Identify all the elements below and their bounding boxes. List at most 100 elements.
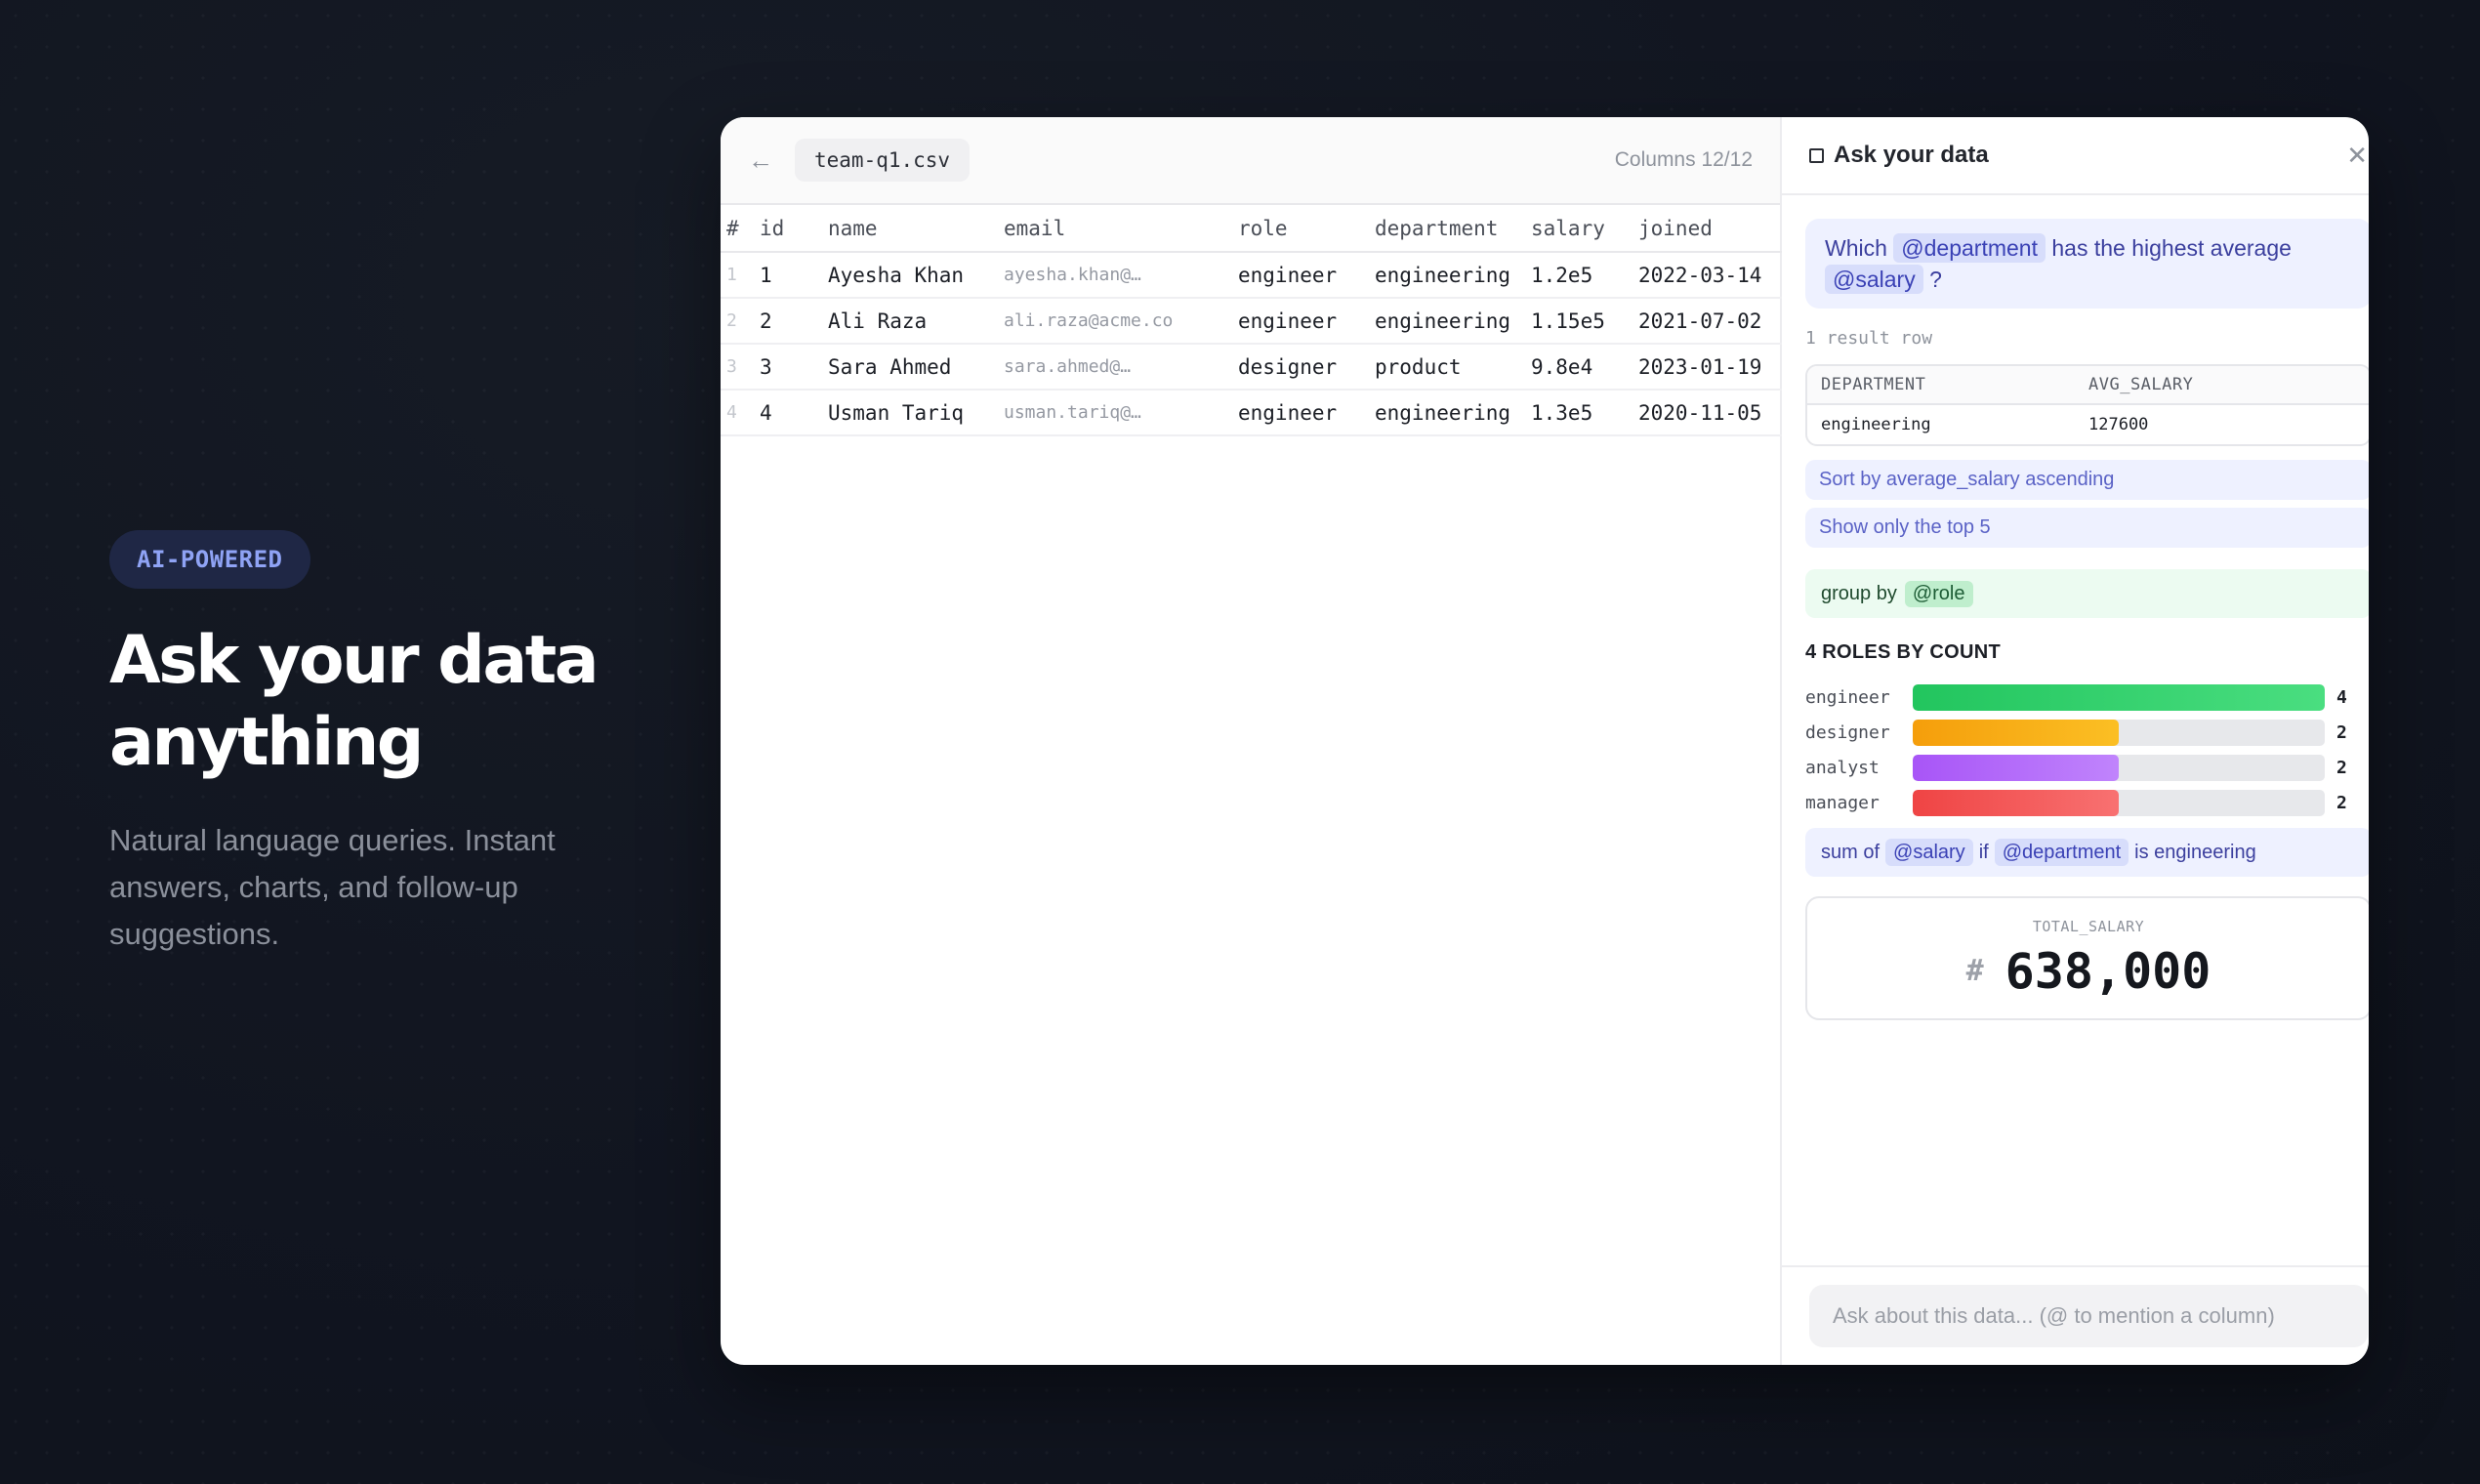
bar-chart: engineer 4 designer 2 analyst 2 manager 2 — [1805, 683, 2369, 816]
cell-name[interactable]: Sara Ahmed — [828, 344, 1004, 391]
bar-track — [1913, 789, 2325, 816]
bar-designer — [1913, 719, 2119, 746]
bar-row-manager: manager 2 — [1805, 789, 2369, 816]
cell-id[interactable]: 1 — [760, 252, 828, 299]
table-row[interactable]: 2 2 Ali Raza ali.raza@acme.co engineer e… — [721, 298, 1782, 345]
cell-joined[interactable]: 2020-11-05 — [1638, 390, 1782, 436]
panel-title: Ask your data — [1834, 142, 1989, 168]
cell-id[interactable]: 3 — [760, 344, 828, 391]
column-header-joined[interactable]: joined — [1638, 205, 1782, 253]
column-header-department[interactable]: department — [1375, 205, 1531, 253]
cell-name[interactable]: Ayesha Khan — [828, 252, 1004, 299]
suggestion-top5[interactable]: Show only the top 5 — [1805, 508, 2369, 548]
cell-joined[interactable]: 2023-01-19 — [1638, 344, 1782, 391]
column-header-id[interactable]: id — [760, 205, 828, 253]
cell-name[interactable]: Ali Raza — [828, 298, 1004, 345]
table-row[interactable]: 3 3 Sara Ahmed sara.ahmed@… designer pro… — [721, 344, 1782, 391]
cell-role[interactable]: engineer — [1238, 252, 1375, 299]
bar-track — [1913, 683, 2325, 711]
hero-section: AI-POWERED Ask your data anything Natura… — [109, 530, 656, 958]
user-question: Which @department has the highest averag… — [1805, 219, 2369, 309]
cell-joined[interactable]: 2022-03-14 — [1638, 252, 1782, 299]
chart-title: 4 ROLES BY COUNT — [1805, 641, 2002, 663]
cell-department[interactable]: product — [1375, 344, 1531, 391]
bar-value-label: 4 — [2336, 686, 2347, 708]
bar-value-label: 2 — [2336, 721, 2347, 743]
query-text: if — [1978, 841, 1989, 863]
hero-subtitle: Natural language queries. Instant answer… — [109, 823, 556, 951]
input-bar — [1782, 1265, 2369, 1365]
chat-square-icon — [1809, 147, 1824, 163]
result-row: engineering 127600 — [1807, 405, 2369, 444]
column-header-role[interactable]: role — [1238, 205, 1375, 253]
column-header-rownum[interactable]: # — [721, 205, 760, 253]
conversation: Which @department has the highest averag… — [1782, 195, 2369, 1020]
bar-analyst — [1913, 754, 2119, 781]
cell-salary[interactable]: 1.3e5 — [1531, 390, 1638, 436]
mention-chip[interactable]: @role — [1904, 580, 1973, 607]
cell-department[interactable]: engineering — [1375, 298, 1531, 345]
mention-chip[interactable]: @salary — [1885, 839, 1973, 866]
stat-label: TOTAL_SALARY — [2032, 917, 2145, 935]
row-number: 1 — [721, 252, 760, 299]
cell-joined[interactable]: 2021-07-02 — [1638, 298, 1782, 345]
cell-name[interactable]: Usman Tariq — [828, 390, 1004, 436]
file-name-tab[interactable]: team-q1.csv — [795, 139, 971, 182]
close-icon[interactable]: ✕ — [2346, 143, 2368, 168]
mention-chip[interactable]: @department — [1893, 233, 2046, 263]
query-text: is engineering — [2134, 841, 2256, 863]
row-number: 4 — [721, 390, 760, 436]
table-row[interactable]: 1 1 Ayesha Khan ayesha.khan@… engineer e… — [721, 252, 1782, 299]
bar-track — [1913, 754, 2325, 781]
data-table: # id name email role department salary j… — [721, 205, 1782, 436]
cell-role[interactable]: engineer — [1238, 298, 1375, 345]
mention-chip[interactable]: @salary — [1825, 265, 1923, 294]
bar-track — [1913, 719, 2325, 746]
result-count: 1 result row — [1805, 328, 1933, 349]
result-cell: engineering — [1821, 415, 1931, 434]
panel-header: Ask your data ✕ — [1782, 117, 2369, 195]
question-text: ? — [1929, 267, 1942, 292]
cell-salary[interactable]: 1.2e5 — [1531, 252, 1638, 299]
cell-role[interactable]: engineer — [1238, 390, 1375, 436]
column-header-email[interactable]: email — [1004, 205, 1238, 253]
cell-email[interactable]: sara.ahmed@… — [1004, 344, 1238, 391]
result-table: DEPARTMENT AVG_SALARY engineering 127600 — [1805, 364, 2369, 446]
back-arrow-icon[interactable]: ← — [748, 147, 773, 173]
column-header-name[interactable]: name — [828, 205, 1004, 253]
bar-engineer — [1913, 683, 2325, 711]
cell-salary[interactable]: 1.15e5 — [1531, 298, 1638, 345]
hero-title: Ask your data anything — [109, 622, 599, 781]
suggestion-sort[interactable]: Sort by average_salary ascending — [1805, 460, 2369, 500]
question-text: Which — [1825, 235, 1887, 261]
result-cell: 127600 — [2088, 415, 2149, 434]
columns-count[interactable]: Columns 12/12 — [1615, 148, 1753, 172]
query-text: group by — [1821, 582, 1897, 604]
cell-email[interactable]: usman.tariq@… — [1004, 390, 1238, 436]
cell-email[interactable]: ayesha.khan@… — [1004, 252, 1238, 299]
result-header-cell: AVG_SALARY — [2088, 375, 2194, 394]
row-number: 3 — [721, 344, 760, 391]
cell-department[interactable]: engineering — [1375, 390, 1531, 436]
cell-department[interactable]: engineering — [1375, 252, 1531, 299]
cell-role[interactable]: designer — [1238, 344, 1375, 391]
group-by-query: group by @role — [1805, 569, 2369, 618]
stat-card: TOTAL_SALARY # 638,000 — [1805, 896, 2369, 1020]
bar-row-engineer: engineer 4 — [1805, 683, 2369, 711]
hash-icon: # — [1965, 954, 1984, 988]
cell-salary[interactable]: 9.8e4 — [1531, 344, 1638, 391]
table-row[interactable]: 4 4 Usman Tariq usman.tariq@… engineer e… — [721, 390, 1782, 436]
ask-input[interactable] — [1809, 1285, 2368, 1347]
row-number: 2 — [721, 298, 760, 345]
bar-value-label: 2 — [2336, 757, 2347, 778]
bar-label: designer — [1805, 721, 1890, 743]
bar-row-designer: designer 2 — [1805, 719, 2369, 746]
stat-value-row: # 638,000 — [1966, 943, 2211, 1000]
stat-value: 638,000 — [2005, 942, 2211, 1000]
cell-id[interactable]: 4 — [760, 390, 828, 436]
ask-data-panel: Ask your data ✕ Which @department has th… — [1782, 117, 2369, 1365]
cell-email[interactable]: ali.raza@acme.co — [1004, 298, 1238, 345]
cell-id[interactable]: 2 — [760, 298, 828, 345]
column-header-salary[interactable]: salary — [1531, 205, 1638, 253]
mention-chip[interactable]: @department — [1994, 839, 2129, 866]
